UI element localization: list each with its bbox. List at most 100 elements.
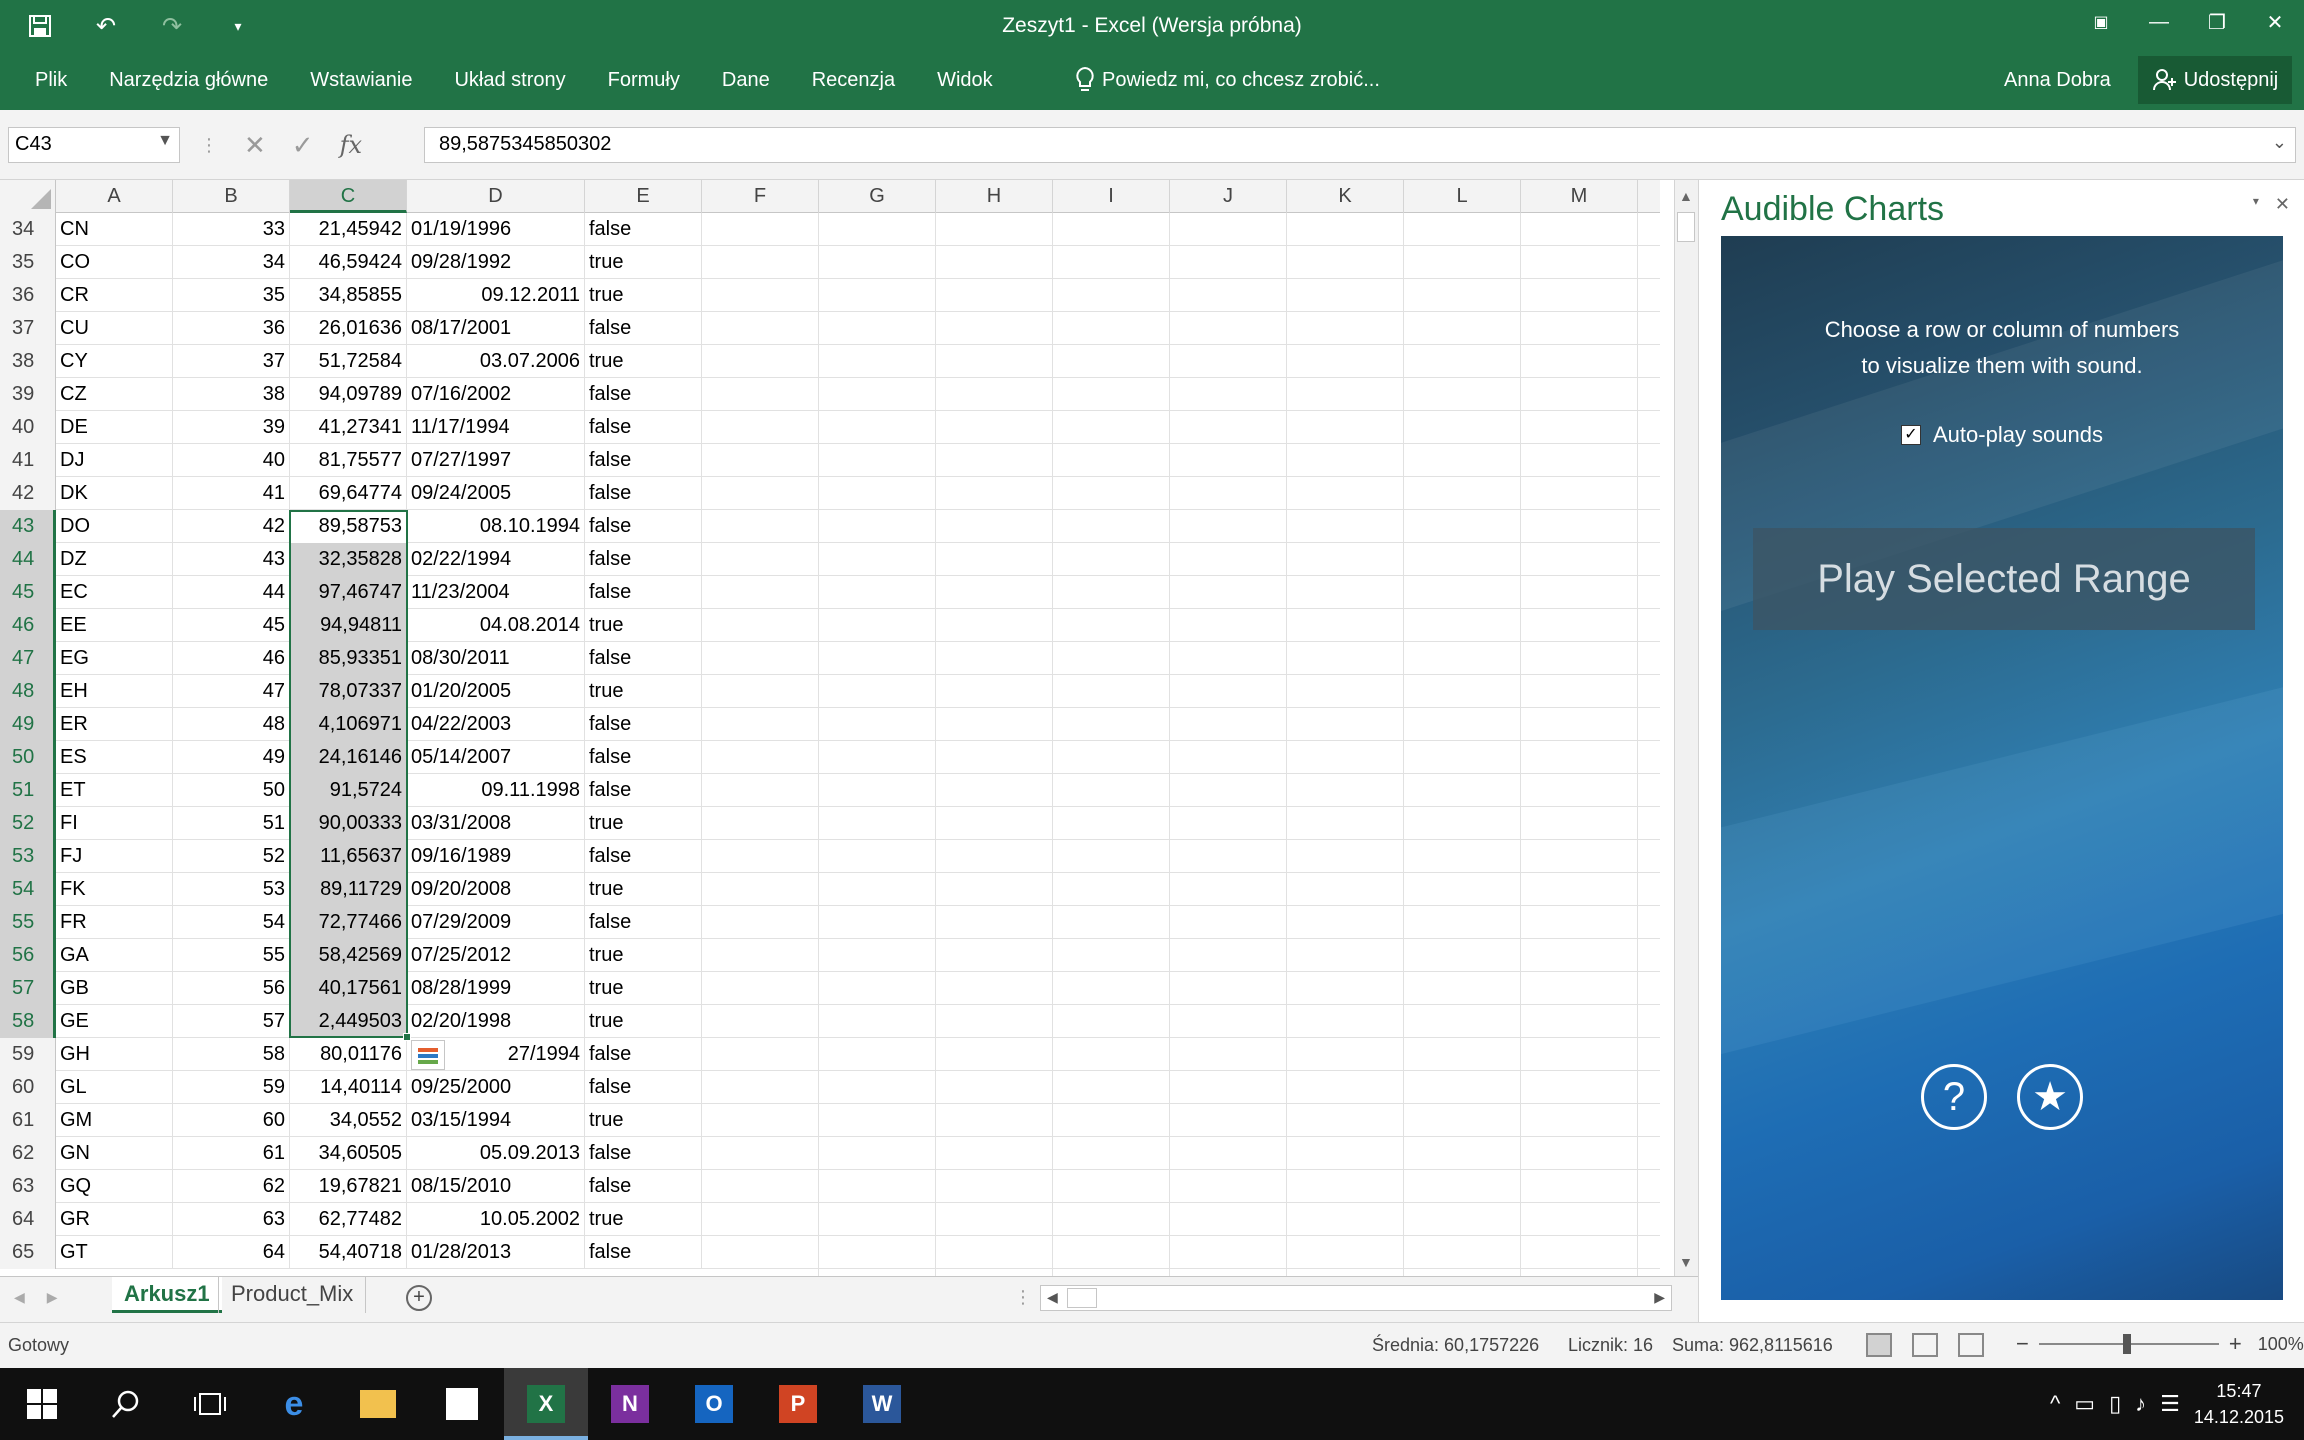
insert-function-icon[interactable]: fx: [340, 131, 362, 159]
cell-a[interactable]: CY: [56, 345, 173, 378]
cell-c[interactable]: 91,5724: [290, 774, 407, 807]
cell-d[interactable]: 11/23/2004: [407, 576, 585, 609]
column-header-b[interactable]: B: [173, 180, 290, 213]
cell-a[interactable]: GM: [56, 1104, 173, 1137]
cell-a[interactable]: CR: [56, 279, 173, 312]
cell-e[interactable]: false: [585, 1038, 702, 1071]
cell-e[interactable]: false: [585, 1236, 702, 1269]
cell-d[interactable]: 09/25/2000: [407, 1071, 585, 1104]
vertical-scrollbar[interactable]: ▲ ▼: [1674, 180, 1698, 1276]
cell-a[interactable]: EC: [56, 576, 173, 609]
cell-b[interactable]: 53: [173, 873, 290, 906]
name-box[interactable]: C43 ▼: [8, 127, 180, 163]
cell-b[interactable]: 54: [173, 906, 290, 939]
row-header[interactable]: 36: [0, 279, 56, 312]
cell-d[interactable]: 01/28/2013: [407, 1236, 585, 1269]
cell-b[interactable]: 43: [173, 543, 290, 576]
row-header[interactable]: 38: [0, 345, 56, 378]
cell-d[interactable]: 09/28/1992: [407, 246, 585, 279]
cell-b[interactable]: 55: [173, 939, 290, 972]
cell-a[interactable]: DK: [56, 477, 173, 510]
cell-e[interactable]: false: [585, 213, 702, 246]
cell-a[interactable]: EE: [56, 609, 173, 642]
page-break-view-icon[interactable]: [1958, 1333, 1984, 1357]
row-header[interactable]: 44: [0, 543, 56, 576]
autoplay-checkbox[interactable]: ✓: [1901, 425, 1921, 445]
share-button[interactable]: Udostępnij: [2138, 56, 2292, 104]
page-layout-view-icon[interactable]: [1912, 1333, 1938, 1357]
cell-e[interactable]: false: [585, 477, 702, 510]
cell-a[interactable]: GE: [56, 1005, 173, 1038]
cell-b[interactable]: 46: [173, 642, 290, 675]
row-header[interactable]: 55: [0, 906, 56, 939]
cell-c[interactable]: 24,16146: [290, 741, 407, 774]
windows-start-icon[interactable]: [0, 1368, 84, 1440]
cell-e[interactable]: false: [585, 444, 702, 477]
user-name[interactable]: Anna Dobra: [2004, 50, 2111, 110]
word-icon[interactable]: W: [840, 1368, 924, 1440]
cell-a[interactable]: EG: [56, 642, 173, 675]
cell-c[interactable]: 51,72584: [290, 345, 407, 378]
row-header[interactable]: 40: [0, 411, 56, 444]
tab-home[interactable]: Narzędzia główne: [88, 69, 289, 92]
cell-d[interactable]: 03/15/1994: [407, 1104, 585, 1137]
row-header[interactable]: 59: [0, 1038, 56, 1071]
row-header[interactable]: 35: [0, 246, 56, 279]
cell-b[interactable]: 35: [173, 279, 290, 312]
row-header[interactable]: 47: [0, 642, 56, 675]
zoom-slider[interactable]: [2038, 1334, 2219, 1354]
scroll-right-icon[interactable]: ▶: [1654, 1289, 1665, 1306]
cell-e[interactable]: true: [585, 675, 702, 708]
formula-input[interactable]: 89,5875345850302 ⌄: [424, 127, 2296, 163]
cell-a[interactable]: GB: [56, 972, 173, 1005]
cell-b[interactable]: 39: [173, 411, 290, 444]
cell-b[interactable]: 64: [173, 1236, 290, 1269]
cell-c[interactable]: 14,40114: [290, 1071, 407, 1104]
cell-c[interactable]: 85,93351: [290, 642, 407, 675]
task-view-icon[interactable]: [168, 1368, 252, 1440]
column-header-a[interactable]: A: [56, 180, 173, 213]
row-header[interactable]: 64: [0, 1203, 56, 1236]
worksheet-grid[interactable]: ABCDEFGHIJKLM 34 CN 33 21,45942 01/19/1996 fa…: [0, 180, 1674, 1276]
tab-page-layout[interactable]: Układ strony: [433, 69, 586, 92]
column-header-i[interactable]: I: [1053, 180, 1170, 213]
row-header[interactable]: 41: [0, 444, 56, 477]
cell-d[interactable]: 02/20/1998: [407, 1005, 585, 1038]
cell-b[interactable]: 47: [173, 675, 290, 708]
hscroll-thumb[interactable]: [1067, 1288, 1097, 1308]
cell-a[interactable]: ET: [56, 774, 173, 807]
cell-c[interactable]: 21,45942: [290, 213, 407, 246]
column-header-f[interactable]: F: [702, 180, 819, 213]
row-header[interactable]: 53: [0, 840, 56, 873]
scroll-down-icon[interactable]: ▼: [1679, 1254, 1693, 1270]
cell-b[interactable]: 45: [173, 609, 290, 642]
cell-e[interactable]: true: [585, 345, 702, 378]
cell-d[interactable]: 11/17/1994: [407, 411, 585, 444]
cell-a[interactable]: FI: [56, 807, 173, 840]
ribbon-display-options-icon[interactable]: ▣: [2072, 0, 2130, 44]
cell-c[interactable]: 94,09789: [290, 378, 407, 411]
cell-a[interactable]: GN: [56, 1137, 173, 1170]
row-header[interactable]: 62: [0, 1137, 56, 1170]
zoom-out-icon[interactable]: −: [2016, 1331, 2029, 1357]
tab-insert[interactable]: Wstawianie: [289, 69, 433, 92]
cell-e[interactable]: true: [585, 807, 702, 840]
cell-b[interactable]: 62: [173, 1170, 290, 1203]
cell-a[interactable]: GR: [56, 1203, 173, 1236]
cell-b[interactable]: 63: [173, 1203, 290, 1236]
sheet-tab-arkusz1[interactable]: Arkusz1: [112, 1277, 222, 1313]
column-header-e[interactable]: E: [585, 180, 702, 213]
cell-e[interactable]: false: [585, 642, 702, 675]
column-header-m[interactable]: M: [1521, 180, 1638, 213]
column-header-h[interactable]: H: [936, 180, 1053, 213]
cell-d[interactable]: 09/20/2008: [407, 873, 585, 906]
tab-view[interactable]: Widok: [916, 69, 1014, 92]
cell-a[interactable]: CU: [56, 312, 173, 345]
cell-a[interactable]: GQ: [56, 1170, 173, 1203]
row-header[interactable]: 46: [0, 609, 56, 642]
select-all-button[interactable]: [0, 180, 56, 213]
row-header[interactable]: 48: [0, 675, 56, 708]
cell-b[interactable]: 42: [173, 510, 290, 543]
cell-e[interactable]: false: [585, 1170, 702, 1203]
quick-analysis-icon[interactable]: [411, 1040, 445, 1070]
